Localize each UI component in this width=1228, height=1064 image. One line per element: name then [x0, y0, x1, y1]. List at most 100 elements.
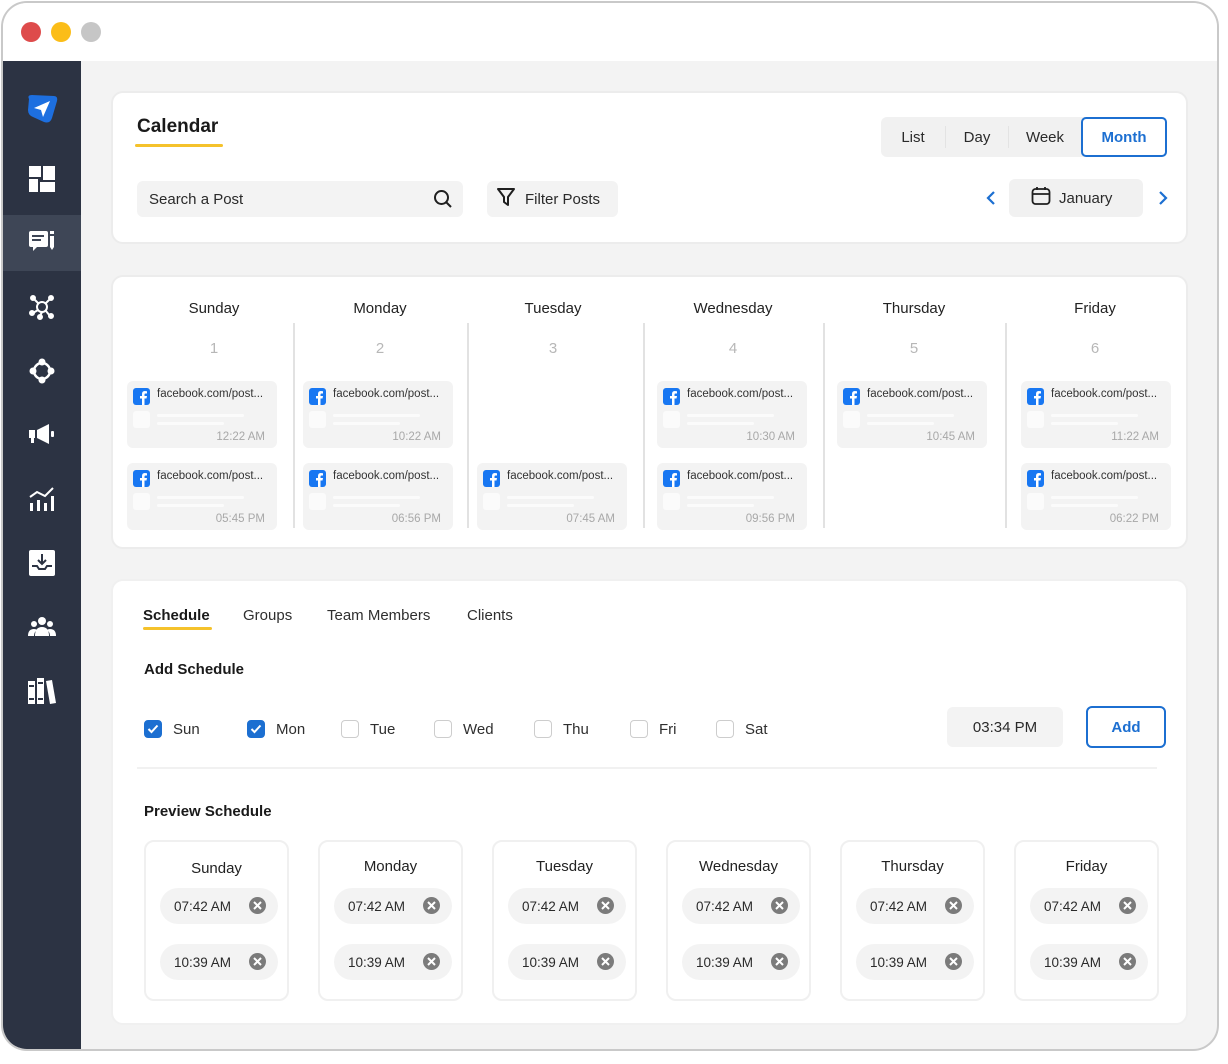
weekday-thu[interactable]: Thu	[534, 720, 589, 738]
checkbox[interactable]	[534, 720, 552, 738]
sidebar-item-dashboard[interactable]	[3, 151, 81, 207]
time-chip-label: 07:42 AM	[348, 898, 406, 914]
post-time: 06:56 PM	[391, 513, 441, 525]
view-switcher: List Day Week Month	[881, 117, 1167, 157]
post-card[interactable]: facebook.com/post... 05:45 PM	[127, 463, 277, 530]
time-input[interactable]: 03:34 PM	[947, 707, 1063, 747]
tab-day[interactable]: Day	[946, 117, 1008, 157]
day-date[interactable]: 1	[139, 340, 289, 357]
weekday-tue[interactable]: Tue	[341, 720, 395, 738]
post-text-placeholder	[157, 422, 224, 425]
column-divider	[293, 323, 295, 528]
sidebar-item-analytics[interactable]	[3, 471, 81, 527]
checkbox[interactable]	[144, 720, 162, 738]
sidebar-item-posts[interactable]	[3, 215, 81, 271]
post-text-placeholder	[867, 414, 954, 417]
facebook-icon	[309, 388, 326, 405]
sidebar-item-team[interactable]	[3, 599, 81, 655]
next-month-button[interactable]	[1155, 190, 1171, 209]
preview-day-card: Wednesday 07:42 AM 10:39 AM	[666, 840, 811, 1001]
post-url: facebook.com/post...	[507, 470, 614, 482]
checkbox[interactable]	[630, 720, 648, 738]
weekday-mon[interactable]: Mon	[247, 720, 305, 738]
post-card[interactable]: facebook.com/post... 10:45 AM	[837, 381, 987, 448]
remove-time-icon[interactable]	[597, 897, 614, 914]
weekday-wed[interactable]: Wed	[434, 720, 494, 738]
remove-time-icon[interactable]	[945, 897, 962, 914]
post-text-placeholder	[507, 496, 594, 499]
time-chip: 07:42 AM	[856, 888, 974, 924]
day-name: Friday	[1074, 300, 1116, 317]
minimize-window-button[interactable]	[51, 22, 71, 42]
tab-clients[interactable]: Clients	[467, 607, 513, 624]
people-group-icon	[28, 616, 56, 638]
search-icon[interactable]	[433, 189, 453, 213]
day-date[interactable]: 3	[478, 340, 628, 357]
tab-week[interactable]: Week	[1009, 117, 1081, 157]
post-card[interactable]: facebook.com/post... 06:22 PM	[1021, 463, 1171, 530]
post-text-placeholder	[157, 504, 224, 507]
remove-time-icon[interactable]	[771, 897, 788, 914]
add-schedule-button[interactable]: Add	[1086, 706, 1166, 748]
remove-time-icon[interactable]	[1119, 897, 1136, 914]
post-card[interactable]: facebook.com/post... 11:22 AM	[1021, 381, 1171, 448]
day-date[interactable]: 2	[305, 340, 455, 357]
time-chip: 07:42 AM	[508, 888, 626, 924]
sidebar-item-inbox[interactable]	[3, 535, 81, 591]
day-name: Thursday	[882, 300, 946, 317]
preview-day-name: Thursday	[881, 858, 944, 875]
sidebar-item-campaigns[interactable]	[3, 407, 81, 463]
filter-icon	[497, 187, 525, 211]
post-card[interactable]: facebook.com/post... 10:30 AM	[657, 381, 807, 448]
day-date[interactable]: 4	[658, 340, 808, 357]
sidebar-item-network[interactable]	[3, 279, 81, 335]
remove-time-icon[interactable]	[771, 953, 788, 970]
remove-time-icon[interactable]	[945, 953, 962, 970]
checkbox[interactable]	[716, 720, 734, 738]
checkbox[interactable]	[247, 720, 265, 738]
section-divider	[137, 767, 1157, 769]
previous-month-button[interactable]	[983, 190, 999, 209]
weekday-sun[interactable]: Sun	[144, 720, 200, 738]
search-input[interactable]: Search a Post	[137, 181, 463, 217]
post-thumbnail-placeholder	[483, 493, 500, 510]
weekday-sat[interactable]: Sat	[716, 720, 768, 738]
post-text-placeholder	[1051, 496, 1138, 499]
tab-team-members[interactable]: Team Members	[327, 607, 430, 624]
facebook-icon	[309, 470, 326, 487]
books-library-icon	[28, 677, 56, 705]
weekday-label: Sun	[173, 720, 200, 738]
sidebar-item-connections[interactable]	[3, 343, 81, 399]
post-card[interactable]: facebook.com/post... 07:45 AM	[477, 463, 627, 530]
remove-time-icon[interactable]	[597, 953, 614, 970]
day-date[interactable]: 6	[1020, 340, 1170, 357]
tab-groups[interactable]: Groups	[243, 607, 292, 624]
remove-time-icon[interactable]	[249, 953, 266, 970]
remove-time-icon[interactable]	[1119, 953, 1136, 970]
post-card[interactable]: facebook.com/post... 09:56 PM	[657, 463, 807, 530]
month-picker[interactable]: January	[1009, 179, 1143, 217]
post-card[interactable]: facebook.com/post... 10:22 AM	[303, 381, 453, 448]
time-chip: 10:39 AM	[160, 944, 278, 980]
checkbox[interactable]	[341, 720, 359, 738]
day-date[interactable]: 5	[839, 340, 989, 357]
preview-day-name: Monday	[363, 858, 418, 875]
tab-schedule[interactable]: Schedule	[143, 607, 210, 624]
filter-posts-button[interactable]: Filter Posts	[487, 181, 618, 217]
post-card[interactable]: facebook.com/post... 12:22 AM	[127, 381, 277, 448]
tab-list[interactable]: List	[881, 117, 945, 157]
close-window-button[interactable]	[21, 22, 41, 42]
remove-time-icon[interactable]	[423, 897, 440, 914]
checkbox[interactable]	[434, 720, 452, 738]
sidebar-logo[interactable]	[3, 81, 81, 137]
weekday-fri[interactable]: Fri	[630, 720, 677, 738]
zoom-window-button[interactable]	[81, 22, 101, 42]
sidebar-item-library[interactable]	[3, 663, 81, 719]
facebook-icon	[663, 470, 680, 487]
weekday-label: Fri	[659, 720, 677, 738]
post-card[interactable]: facebook.com/post... 06:56 PM	[303, 463, 453, 530]
tab-month[interactable]: Month	[1081, 117, 1167, 157]
remove-time-icon[interactable]	[249, 897, 266, 914]
post-text-placeholder	[687, 422, 754, 425]
remove-time-icon[interactable]	[423, 953, 440, 970]
